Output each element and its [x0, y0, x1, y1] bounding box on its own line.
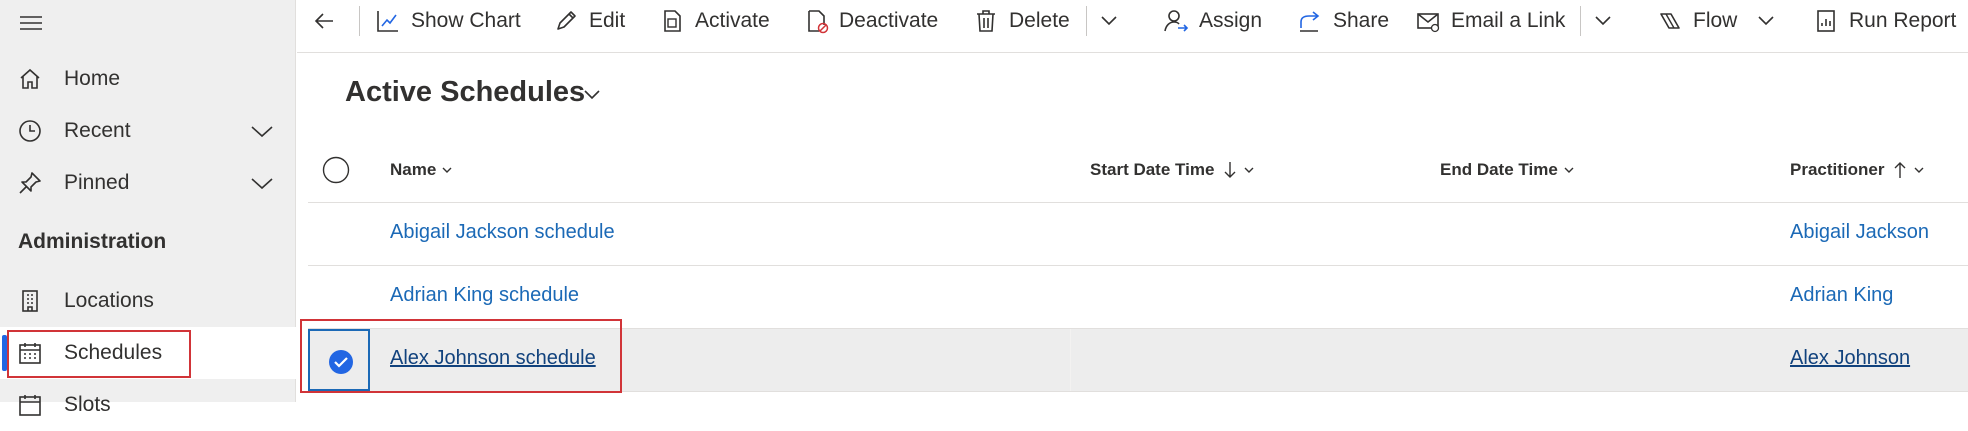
- sort-descending-icon: [1224, 162, 1236, 178]
- home-icon: [17, 66, 43, 92]
- grid-header: Name Start Date Time End Date Time Pract…: [308, 142, 1968, 203]
- record-name-link[interactable]: Abigail Jackson schedule: [390, 221, 615, 244]
- chevron-down-icon[interactable]: [248, 118, 276, 144]
- separator: [1086, 6, 1087, 36]
- delete-button[interactable]: Delete: [973, 0, 1070, 42]
- building-icon: [17, 288, 43, 314]
- sidebar-item-label: Pinned: [64, 171, 130, 194]
- edit-button[interactable]: Edit: [553, 0, 625, 42]
- activate-button[interactable]: Activate: [659, 0, 770, 42]
- select-all-checkbox[interactable]: [322, 156, 350, 184]
- separator: [359, 6, 360, 36]
- flow-button[interactable]: Flow: [1657, 0, 1737, 42]
- sidebar-item-slots[interactable]: Slots: [0, 379, 296, 431]
- share-label: Share: [1333, 9, 1390, 32]
- practitioner-link[interactable]: Abigail Jackson: [1790, 221, 1929, 244]
- email-link-button[interactable]: Email a Link: [1415, 0, 1565, 42]
- command-bar: Show Chart Edit Activate Deactivate Dele…: [297, 0, 1968, 53]
- sidebar-item-label: Home: [64, 67, 121, 90]
- hamburger-menu-icon[interactable]: [18, 14, 44, 32]
- table-row[interactable]: Abigail Jackson schedule Abigail Jackson: [308, 203, 1968, 266]
- section-title-administration: Administration: [18, 230, 167, 253]
- share-button[interactable]: Share: [1297, 0, 1389, 42]
- column-label: Name: [390, 160, 437, 179]
- email-link-icon: [1417, 13, 1440, 33]
- document-deactivate-icon: [808, 10, 829, 34]
- share-icon: [1300, 11, 1320, 32]
- assign-label: Assign: [1199, 9, 1263, 32]
- show-chart-label: Show Chart: [411, 9, 521, 32]
- column-header-end-date-time[interactable]: End Date Time: [1440, 160, 1576, 180]
- edit-label: Edit: [589, 9, 626, 32]
- column-header-practitioner[interactable]: Practitioner: [1790, 160, 1926, 180]
- sidebar-item-home[interactable]: Home: [0, 53, 296, 105]
- sidebar-item-recent[interactable]: Recent: [0, 105, 296, 157]
- sidebar-item-label: Recent: [64, 119, 131, 142]
- view-selector-chevron-icon[interactable]: [582, 86, 602, 104]
- chevron-down-icon: [442, 167, 452, 173]
- show-chart-button[interactable]: Show Chart: [375, 0, 521, 42]
- view-title[interactable]: Active Schedules: [345, 76, 585, 109]
- sort-ascending-icon: [1894, 162, 1906, 178]
- sidebar-item-locations[interactable]: Locations: [0, 275, 296, 327]
- column-label: Practitioner: [1790, 160, 1885, 179]
- highlight-box-schedules: [7, 330, 191, 378]
- run-report-button[interactable]: Run Report: [1813, 0, 1956, 42]
- sidebar-item-label: Slots: [64, 393, 111, 416]
- more-chevron-down-icon[interactable]: [1097, 8, 1121, 32]
- record-name-link[interactable]: Adrian King schedule: [390, 284, 579, 307]
- flow-icon: [1660, 13, 1680, 29]
- sidebar-item-pinned[interactable]: Pinned: [0, 157, 296, 209]
- separator: [1580, 6, 1581, 36]
- email-link-label: Email a Link: [1451, 9, 1566, 32]
- chart-icon: [377, 11, 398, 32]
- column-label: End Date Time: [1440, 160, 1558, 179]
- clock-icon: [17, 118, 43, 144]
- chevron-down-icon: [1914, 167, 1924, 173]
- report-icon: [1817, 10, 1835, 32]
- run-report-label: Run Report: [1849, 9, 1957, 32]
- person-assign-icon: [1164, 10, 1189, 32]
- back-arrow-icon: [314, 13, 333, 29]
- chevron-down-icon: [1564, 167, 1574, 173]
- calendar-icon: [17, 392, 43, 418]
- pin-icon: [17, 170, 43, 196]
- column-label: Start Date Time: [1090, 160, 1215, 179]
- deactivate-button[interactable]: Deactivate: [803, 0, 938, 42]
- chevron-down-icon: [1244, 167, 1254, 173]
- practitioner-link[interactable]: Alex Johnson: [1790, 347, 1910, 370]
- sidebar-item-label: Locations: [64, 289, 154, 312]
- column-header-start-date-time[interactable]: Start Date Time: [1090, 160, 1256, 180]
- pencil-icon: [557, 11, 576, 30]
- chevron-down-icon[interactable]: [248, 170, 276, 196]
- more-chevron-down-icon[interactable]: [1591, 8, 1615, 32]
- deactivate-label: Deactivate: [839, 9, 939, 32]
- cell-divider: [1070, 329, 1071, 391]
- trash-icon: [977, 10, 995, 32]
- activate-label: Activate: [695, 9, 770, 32]
- flow-label: Flow: [1693, 9, 1738, 32]
- assign-button[interactable]: Assign: [1163, 0, 1262, 42]
- flow-chevron-down-icon[interactable]: [1754, 8, 1778, 32]
- document-activate-icon: [664, 10, 681, 32]
- practitioner-link[interactable]: Adrian King: [1790, 284, 1893, 307]
- delete-label: Delete: [1009, 9, 1070, 32]
- back-button[interactable]: [311, 0, 337, 42]
- highlight-box-selected-row: [300, 319, 622, 393]
- column-header-name[interactable]: Name: [390, 160, 454, 180]
